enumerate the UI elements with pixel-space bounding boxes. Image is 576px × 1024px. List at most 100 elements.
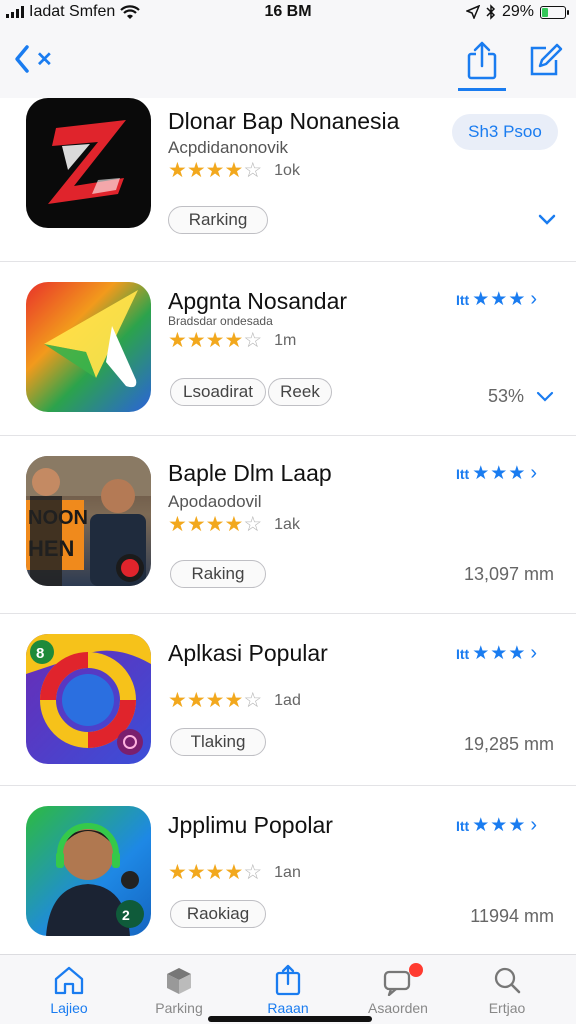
app-list: Dlonar Bap Nonanesia Acpdidanonovik ★★★★…	[0, 98, 576, 954]
rating-prefix: Itt	[456, 645, 470, 662]
ranking-tag[interactable]: Raking	[170, 560, 266, 588]
rating-count: 1ad	[274, 692, 301, 709]
star-full-icon: ★	[186, 329, 206, 352]
star-full-icon: ★	[186, 689, 206, 712]
person-headset-icon[interactable]: 2	[26, 806, 151, 936]
reek-tag[interactable]: Reek	[268, 378, 332, 406]
star-empty-icon: ☆	[243, 861, 263, 884]
star-rating: ★★★★☆	[168, 690, 262, 712]
blue-rating-link[interactable]: Itt ★ ★ ★ ›	[456, 642, 537, 665]
tab-asaorden[interactable]: Asaorden	[343, 955, 453, 1024]
notification-badge	[409, 963, 423, 977]
location-icon	[465, 5, 480, 19]
star-empty-icon: ☆	[243, 159, 263, 182]
app-rating: ★★★★☆ 1ad	[168, 690, 301, 712]
star-full-icon: ★	[205, 861, 225, 884]
tab-label: Ertjao	[488, 1000, 526, 1016]
app-rating: ★★★★☆ 1ak	[168, 514, 300, 536]
status-right: 29%	[465, 3, 569, 21]
rating-count: 1ak	[274, 516, 300, 533]
app-row[interactable]: Dlonar Bap Nonanesia Acpdidanonovik ★★★★…	[0, 98, 576, 262]
tab-label: Raaan	[267, 1000, 309, 1016]
get-button[interactable]: Sh3 Psoo	[452, 114, 558, 150]
ranking-tag[interactable]: Rarking	[168, 206, 268, 234]
home-indicator[interactable]	[208, 1016, 372, 1022]
rating-prefix: Itt	[456, 465, 470, 482]
back-button[interactable]: ✕	[14, 44, 53, 74]
blue-rating-link[interactable]: Itt ★ ★ ★ ›	[456, 288, 537, 311]
tab-label: Lajieo	[50, 1000, 88, 1016]
app-rating: ★★★★☆ 1ok	[168, 160, 300, 182]
bluetooth-icon	[486, 4, 496, 20]
download-count: 11994 mm	[470, 906, 554, 926]
lightning-z-icon[interactable]	[26, 98, 151, 228]
loading-tag[interactable]: Lsoadirat	[170, 378, 266, 406]
app-subtitle: Bradsdar ondesada	[168, 314, 273, 328]
arrow-right-icon: ›	[530, 814, 538, 836]
app-name: Apgnta Nosandar	[168, 288, 348, 314]
upload-icon	[275, 964, 301, 996]
svg-text:2: 2	[122, 907, 130, 923]
tab-home[interactable]: Lajieo	[14, 955, 124, 1024]
star-full-icon: ★	[205, 513, 225, 536]
app-rating: ★★★★☆ 1an	[168, 862, 301, 884]
star-full-icon: ★	[224, 159, 244, 182]
star-rating: ★★★★☆	[168, 514, 262, 536]
app-subtitle: Acpdidanonovik	[168, 138, 289, 157]
share-underline	[458, 88, 506, 91]
app-row[interactable]: 8 Aplkasi Popular ★★★★☆ 1ad Tlaking Itt …	[0, 614, 576, 786]
ring-logo-icon[interactable]: 8	[26, 634, 151, 764]
star-full-icon: ★	[205, 689, 225, 712]
app-subtitle: Apodaodovil	[168, 492, 262, 511]
star-full-icon: ★	[168, 329, 187, 352]
app-rating: ★★★★☆ 1m	[168, 330, 296, 352]
tab-parking[interactable]: Parking	[124, 955, 234, 1024]
chevron-down-icon[interactable]	[536, 390, 554, 404]
tab-ertjao[interactable]: Ertjao	[452, 955, 562, 1024]
back-label: ✕	[36, 48, 53, 71]
star-empty-icon: ☆	[243, 329, 263, 352]
nav-bar: ✕	[0, 26, 576, 98]
star-full-icon: ★	[168, 689, 187, 712]
tab-bar: Lajieo Parking Raaan Asaorden Ertjao	[0, 954, 576, 1024]
people-photo-icon[interactable]: NOON HEN	[26, 456, 151, 586]
star-full-icon: ★	[186, 513, 206, 536]
blue-rating-link[interactable]: Itt ★ ★ ★ ›	[456, 814, 537, 837]
app-row[interactable]: 2 Jpplimu Popolar ★★★★☆ 1an Raokiag Itt …	[0, 786, 576, 954]
app-row[interactable]: Apgnta Nosandar Bradsdar ondesada ★★★★☆ …	[0, 262, 576, 436]
ranking-tag[interactable]: Raokiag	[170, 900, 266, 928]
app-name: Baple Dlm Laap	[168, 460, 332, 486]
star-full-icon: ★	[168, 861, 187, 884]
tab-raaan[interactable]: Raaan	[233, 955, 343, 1024]
search-icon	[494, 967, 521, 994]
compose-icon[interactable]	[524, 40, 564, 80]
star-full-icon: ★	[168, 159, 187, 182]
arrow-logo-icon[interactable]	[26, 282, 151, 412]
blue-rating-link[interactable]: Itt ★ ★ ★ ›	[456, 462, 537, 485]
rating-prefix: Itt	[456, 291, 470, 308]
share-icon[interactable]	[462, 40, 502, 80]
star-rating: ★★★★☆	[168, 330, 262, 352]
battery-icon	[540, 5, 569, 19]
chevron-down-icon[interactable]	[538, 210, 556, 228]
star-full-icon: ★	[168, 513, 187, 536]
download-count: 13,097 mm	[463, 564, 554, 584]
star-full-icon: ★	[224, 689, 244, 712]
battery-level	[542, 7, 549, 17]
rating-prefix: Itt	[456, 817, 470, 834]
rating-count: 1an	[274, 864, 301, 881]
star-full-icon: ★	[186, 861, 206, 884]
status-bar: Iadat Smfen 16 BM 29%	[0, 0, 576, 26]
battery-percent: 29%	[501, 3, 534, 20]
app-row[interactable]: NOON HEN Baple Dlm Laap Apodaodovil ★★★★…	[0, 436, 576, 614]
star-full-icon: ★	[224, 513, 244, 536]
ranking-tag[interactable]: Tlaking	[170, 728, 266, 756]
home-icon	[54, 966, 84, 995]
star-full-icon: ★	[186, 159, 206, 182]
star-full-icon: ★	[224, 861, 244, 884]
app-name: Dlonar Bap Nonanesia	[168, 108, 400, 134]
star-full-icon: ★	[205, 159, 225, 182]
app-name: Jpplimu Popolar	[168, 812, 333, 838]
percent-value: 53%	[487, 386, 524, 406]
rating-count: 1m	[274, 332, 297, 349]
